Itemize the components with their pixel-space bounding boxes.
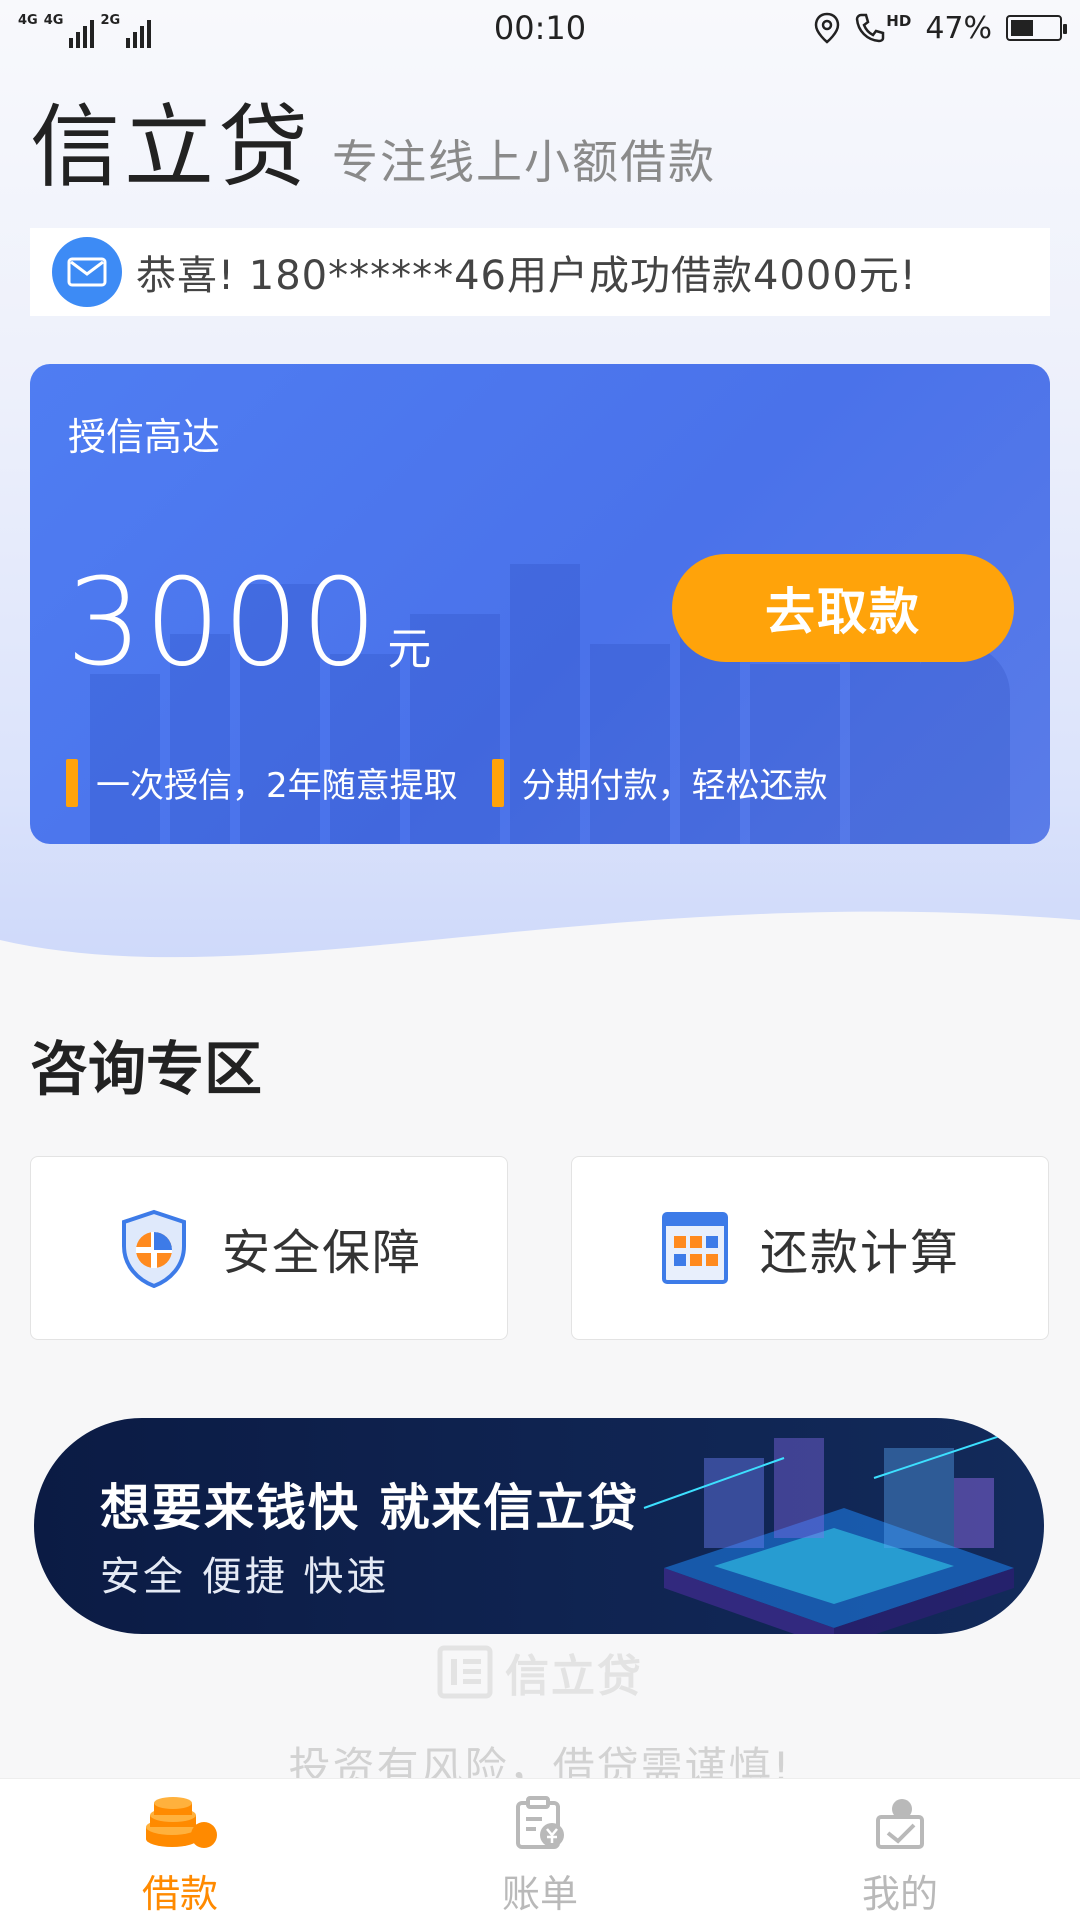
consult-item-label: 还款计算 [759,1225,960,1281]
consult-section-title: 咨询专区 [30,1035,263,1103]
profile-icon [876,1799,924,1849]
signal-group: 4G 4G 2G [18,8,152,48]
location-icon [815,12,840,44]
watermark-text: 信立贷 [505,1651,643,1702]
hd-label: HD [886,12,912,30]
feature-bar-marker [491,758,504,807]
coins-icon [146,1797,217,1848]
feature-text: 一次授信，2年随意提取 [96,766,458,806]
banner-subtitle: 安全 便捷 快速 [100,1554,390,1600]
credit-amount-unit: 元 [387,624,432,675]
network-label-3: 2G [100,13,121,28]
credit-amount: 3000 元 [66,554,431,693]
network-label-1: 4G [18,13,38,28]
banner-title: 想要来钱快 就来信立贷 [100,1479,640,1537]
app-header: 信立贷 专注线上小额借款 [30,74,716,204]
promo-banner[interactable]: 想要来钱快 就来信立贷 安全 便捷 快速 [34,1418,1044,1634]
battery-icon [1006,15,1067,41]
nav-label: 借款 [141,1872,218,1916]
bottom-nav: 借款 账单 我的 [0,1778,1080,1920]
feature-item: 一次授信，2年随意提取 [66,758,458,807]
mail-icon [52,237,122,307]
shield-icon [121,1209,186,1288]
footer-watermark: 信立贷 [0,1640,1080,1704]
call-icon [856,13,885,43]
signal-icon-2 [126,20,152,48]
feature-bar-marker [66,758,78,807]
battery-percent: 47% [925,10,992,46]
notice-text: 恭喜! 180******46用户成功借款4000元! [136,253,917,299]
network-label-2: 4G [43,13,64,28]
consult-item-calculator[interactable]: 还款计算 [571,1156,1049,1340]
nav-label: 我的 [861,1872,938,1916]
consult-item-security[interactable]: 安全保障 [30,1156,508,1340]
calculator-icon [661,1212,728,1284]
nav-item-bill[interactable]: 账单 [360,1779,720,1920]
tech-platform-illustration [643,1427,1025,1634]
withdraw-button[interactable]: 去取款 [672,554,1014,662]
consult-item-label: 安全保障 [221,1225,422,1281]
credit-card: 授信高达 3000 元 去取款 一次授信，2年随意提取 分期付款，轻松还款 [30,364,1050,844]
feature-text: 分期付款，轻松还款 [521,766,828,806]
nav-item-loan[interactable]: 借款 [0,1779,360,1920]
nav-label: 账单 [501,1872,578,1916]
feature-item: 分期付款，轻松还款 [491,758,828,807]
nav-item-profile[interactable]: 我的 [720,1779,1080,1920]
status-bar: 4G 4G 2G 00:10 HD 47% [0,0,1080,56]
app-slogan: 专注线上小额借款 [332,135,716,189]
logo-icon [437,1645,493,1699]
app-title: 信立贷 [30,95,312,200]
status-right: HD 47% [814,10,1067,46]
credit-label: 授信高达 [68,415,221,459]
credit-features: 一次授信，2年随意提取 分期付款，轻松还款 [66,758,828,807]
bill-icon [516,1796,564,1849]
signal-icon [69,20,95,48]
credit-amount-value: 3000 [66,554,380,693]
wave-divider [0,911,1080,1020]
loan-notice[interactable]: 恭喜! 180******46用户成功借款4000元! [30,228,1050,316]
